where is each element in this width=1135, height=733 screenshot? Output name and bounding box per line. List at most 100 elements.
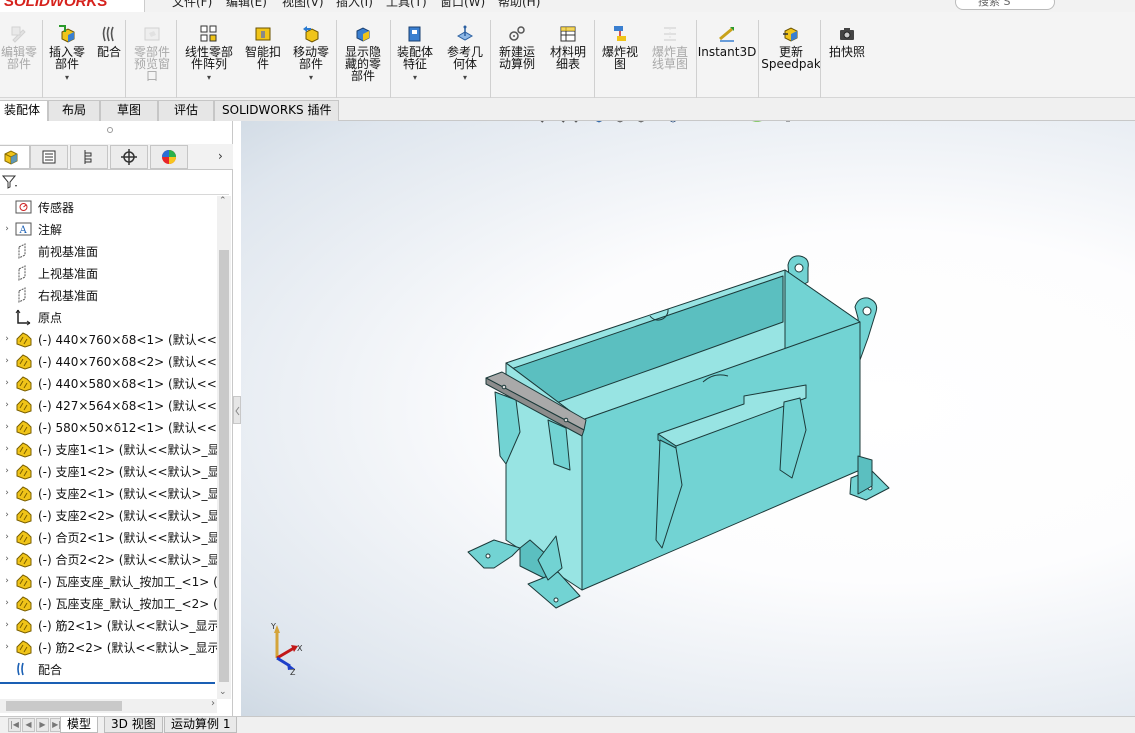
- expand-arrow-icon[interactable]: ›: [0, 576, 14, 586]
- configurationmanager-tab[interactable]: [70, 145, 108, 169]
- expand-arrow-icon[interactable]: ›: [0, 400, 14, 410]
- new-motion-study-button[interactable]: 新建运 动算例: [497, 24, 537, 70]
- smart-fasteners-button[interactable]: 智能扣件: [241, 24, 285, 70]
- tree-horizontal-scroll-thumb[interactable]: [6, 701, 122, 711]
- view-orientation-icon[interactable]: [632, 121, 650, 124]
- edit-appearance-icon[interactable]: [727, 121, 745, 124]
- expand-arrow-icon[interactable]: ›: [0, 422, 14, 432]
- expand-arrow-icon[interactable]: ›: [0, 554, 14, 564]
- displaymanager-tab[interactable]: [150, 145, 188, 169]
- dropdown-caret-icon[interactable]: ▾: [413, 72, 417, 84]
- tab-motion-study[interactable]: 运动算例 1: [164, 717, 238, 733]
- tree-item[interactable]: › (-) 瓦座支座_默认_按加工_<1> (默: [0, 570, 217, 592]
- tile-left-icon[interactable]: [1047, 121, 1061, 122]
- dropdown-caret-icon[interactable]: ▾: [463, 72, 467, 84]
- tree-item[interactable]: › (-) 筋2<2> (默认<<默认>_显示状: [0, 636, 217, 658]
- graphics-area[interactable]: Y X Z ▾▾▾▾▾: [241, 121, 1135, 716]
- menu-help[interactable]: 帮助(H): [498, 0, 540, 10]
- tree-item[interactable]: › (-) 合页2<1> (默认<<默认>_显示: [0, 526, 217, 548]
- move-component-button[interactable]: 移动零 部件 ▾: [291, 24, 331, 84]
- expand-arrow-icon[interactable]: ›: [0, 620, 14, 630]
- featuremanager-tab[interactable]: [0, 145, 30, 169]
- expand-arrow-icon[interactable]: ›: [0, 224, 14, 234]
- restore-icon[interactable]: [1107, 121, 1121, 122]
- menu-insert[interactable]: 插入(I): [336, 0, 373, 10]
- hide-show-items-icon[interactable]: [695, 121, 713, 124]
- menu-edit[interactable]: 编辑(E): [226, 0, 267, 10]
- expand-arrow-icon[interactable]: ›: [0, 510, 14, 520]
- menu-window[interactable]: 窗口(W): [440, 0, 485, 10]
- tree-item[interactable]: 原点: [0, 306, 217, 328]
- assembly-features-button[interactable]: 装配体 特征 ▾: [395, 24, 435, 84]
- search-input[interactable]: 搜索 S: [955, 0, 1055, 10]
- edit-part-button[interactable]: 编辑零 部件: [0, 24, 38, 70]
- tree-item[interactable]: › (-) 合页2<2> (默认<<默认>_显示: [0, 548, 217, 570]
- reference-geometry-button[interactable]: 参考几 何体 ▾: [445, 24, 485, 84]
- zoom-to-fit-icon[interactable]: [527, 121, 545, 124]
- tree-item[interactable]: › (-) 440×580×δ8<1> (默认<<默: [0, 372, 217, 394]
- tree-item[interactable]: 右视基准面: [0, 284, 217, 306]
- mate-button[interactable]: 配合: [96, 24, 122, 58]
- tree-item[interactable]: › (-) 支座1<1> (默认<<默认>_显示: [0, 438, 217, 460]
- expand-arrow-icon[interactable]: ›: [0, 642, 14, 652]
- instant3d-button[interactable]: Instant3D: [698, 24, 756, 58]
- zoom-to-area-icon[interactable]: [548, 121, 566, 124]
- snapshot-button[interactable]: 拍快照: [827, 24, 867, 58]
- tab-evaluate[interactable]: 评估: [158, 100, 214, 121]
- menu-tools[interactable]: 工具(T): [386, 0, 427, 10]
- tree-vertical-scroll-thumb[interactable]: [219, 250, 229, 682]
- filter-icon[interactable]: [1, 175, 18, 192]
- expand-arrow-icon[interactable]: ›: [0, 378, 14, 388]
- expand-arrow-icon[interactable]: ›: [0, 466, 14, 476]
- tab-assembly[interactable]: 装配体: [0, 100, 49, 121]
- panel-splitter-handle[interactable]: [233, 396, 241, 424]
- minimize-icon[interactable]: [1087, 121, 1101, 122]
- expand-arrow-icon[interactable]: ›: [0, 444, 14, 454]
- bom-button[interactable]: 材料明 细表: [548, 24, 588, 70]
- preview-window-button[interactable]: 零部件 预览窗口: [132, 24, 172, 82]
- dropdown-caret-icon[interactable]: ▾: [309, 72, 313, 84]
- tree-item[interactable]: › (-) 580×50×δ12<1> (默认<<默: [0, 416, 217, 438]
- tab-layout[interactable]: 布局: [48, 100, 100, 121]
- dynamic-annotation-icon[interactable]: [611, 121, 629, 124]
- apply-scene-icon[interactable]: [748, 121, 766, 124]
- prev-tab-arrow-icon[interactable]: ◀: [22, 718, 35, 732]
- tabs-scroll-right-icon[interactable]: ›: [218, 149, 223, 163]
- linear-pattern-button[interactable]: 线性零部 件阵列 ▾: [181, 24, 237, 84]
- tree-item[interactable]: 上视基准面: [0, 262, 217, 284]
- explode-line-button[interactable]: 爆炸直 线草图: [650, 24, 690, 70]
- panel-collapse-handle[interactable]: [107, 127, 113, 133]
- tree-item[interactable]: › (-) 筋2<1> (默认<<默认>_显示状: [0, 614, 217, 636]
- tree-item[interactable]: › (-) 440×760×δ8<1> (默认<<默: [0, 328, 217, 350]
- tree-item[interactable]: › A 注解: [0, 218, 217, 240]
- menu-view[interactable]: 视图(V): [282, 0, 324, 10]
- first-tab-arrow-icon[interactable]: |◀: [8, 718, 21, 732]
- tree-item[interactable]: › (-) 440×760×δ8<2> (默认<<默: [0, 350, 217, 372]
- tree-item[interactable]: › (-) 支座2<1> (默认<<默认>_显示: [0, 482, 217, 504]
- tile-right-icon[interactable]: [1067, 121, 1081, 122]
- dimxpert-tab[interactable]: [110, 145, 148, 169]
- tree-item[interactable]: › (-) 427×564×δ8<1> (默认<<默: [0, 394, 217, 416]
- tab-3d-views[interactable]: 3D 视图: [104, 717, 163, 733]
- tab-model[interactable]: 模型: [60, 717, 99, 733]
- menu-file[interactable]: 文件(F): [172, 0, 212, 10]
- expand-arrow-icon[interactable]: ›: [0, 532, 14, 542]
- insert-part-button[interactable]: 插入零 部件 ▾: [47, 24, 87, 84]
- expand-arrow-icon[interactable]: ›: [0, 334, 14, 344]
- update-speedpak-button[interactable]: 更新 Speedpak: [761, 24, 821, 70]
- tree-item[interactable]: › (-) 支座2<2> (默认<<默认>_显示: [0, 504, 217, 526]
- tree-item[interactable]: 配合: [0, 658, 217, 680]
- section-view-icon[interactable]: [590, 121, 608, 124]
- tree-item[interactable]: › (-) 瓦座支座_默认_按加工_<2> (默: [0, 592, 217, 614]
- next-tab-arrow-icon[interactable]: ▶: [36, 718, 49, 732]
- previous-view-icon[interactable]: [569, 121, 587, 124]
- exploded-view-button[interactable]: 爆炸视图: [600, 24, 640, 70]
- tree-item[interactable]: 前视基准面: [0, 240, 217, 262]
- dropdown-caret-icon[interactable]: ▾: [207, 72, 211, 84]
- tab-solidworks-addins[interactable]: SOLIDWORKS 插件: [214, 100, 340, 121]
- show-hidden-button[interactable]: 显示隐 藏的零 部件: [343, 24, 383, 82]
- tree-item[interactable]: › (-) 支座1<2> (默认<<默认>_显示: [0, 460, 217, 482]
- tree-item[interactable]: 传感器: [0, 196, 217, 218]
- dropdown-caret-icon[interactable]: ▾: [65, 72, 69, 84]
- solidworks-logo[interactable]: SOLIDWORKS: [0, 0, 145, 12]
